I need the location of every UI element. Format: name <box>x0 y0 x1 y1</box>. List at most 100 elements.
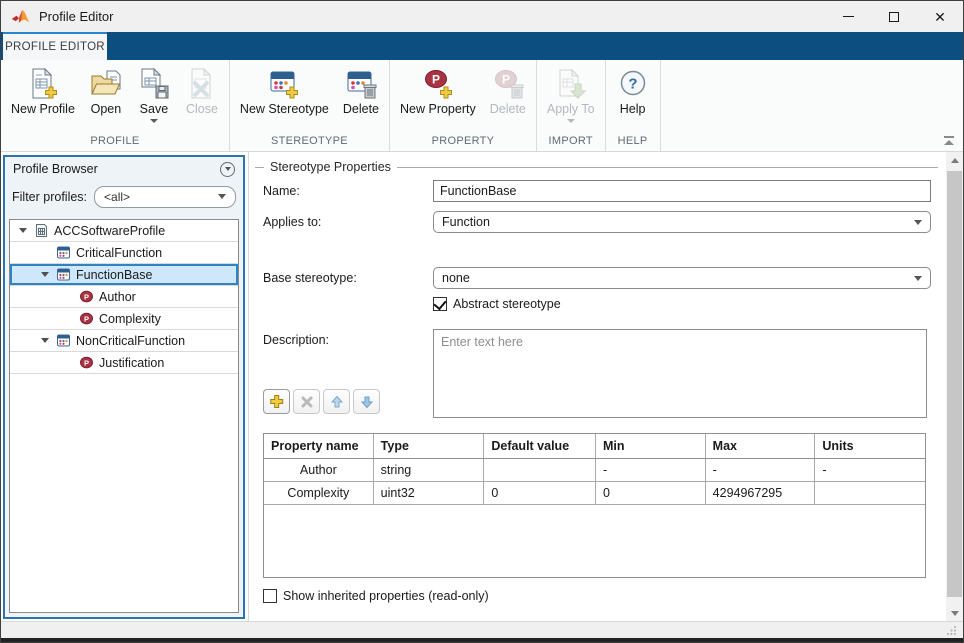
new-property-label: New Property <box>400 102 476 116</box>
table-row[interactable]: Author string - - - <box>264 459 925 482</box>
help-button[interactable]: ? Help <box>609 65 657 118</box>
chevron-down-icon <box>914 276 922 281</box>
window-title: Profile Editor <box>39 9 113 24</box>
maximize-button[interactable] <box>871 1 917 32</box>
col-units[interactable]: Units <box>815 434 925 458</box>
help-label: Help <box>620 102 646 116</box>
minimize-icon <box>843 16 854 17</box>
cell-units[interactable]: - <box>815 459 925 481</box>
scroll-up-button[interactable] <box>946 152 963 168</box>
description-textarea[interactable]: Enter text here <box>433 329 927 418</box>
chevron-down-icon <box>914 220 922 225</box>
toolbar-section-import: Apply To IMPORT <box>537 60 606 151</box>
expand-caret-icon[interactable] <box>19 228 27 233</box>
stereotype-properties-panel: Stereotype Properties Name: Applies to: … <box>253 152 946 621</box>
filter-profiles-label: Filter profiles: <box>12 190 87 204</box>
add-property-button[interactable] <box>263 389 290 414</box>
new-profile-button[interactable]: New Profile <box>4 65 82 118</box>
name-label: Name: <box>263 184 300 198</box>
apply-to-icon <box>554 67 588 101</box>
cell-type[interactable]: string <box>374 459 485 481</box>
show-inherited-row: Show inherited properties (read-only) <box>263 589 489 603</box>
tree-item-noncriticalfunction[interactable]: NonCriticalFunction <box>10 330 238 352</box>
cell-type[interactable]: uint32 <box>374 482 485 504</box>
resize-grip[interactable] <box>947 625 957 635</box>
new-profile-icon <box>26 67 60 101</box>
tree-item-criticalfunction[interactable]: CriticalFunction <box>10 242 238 264</box>
base-stereotype-value: none <box>442 271 470 285</box>
save-dropdown-icon[interactable] <box>150 119 158 123</box>
svg-text:?: ? <box>628 76 637 93</box>
base-stereotype-label: Base stereotype: <box>263 271 357 285</box>
cell-min[interactable]: - <box>596 459 706 481</box>
col-default-value[interactable]: Default value <box>484 434 596 458</box>
scrollbar-thumb[interactable] <box>947 171 962 597</box>
name-input[interactable] <box>433 180 931 202</box>
collapse-ribbon-button[interactable] <box>942 136 956 145</box>
tree-item-complexity[interactable]: P Complexity <box>10 308 238 330</box>
svg-text:P: P <box>502 73 510 87</box>
tree-item-label: CriticalFunction <box>76 246 162 260</box>
panel-menu-icon[interactable] <box>220 162 235 177</box>
cell-units[interactable] <box>815 482 925 504</box>
table-row[interactable]: Complexity uint32 0 0 4294967295 <box>264 482 925 505</box>
tree-item-author[interactable]: P Author <box>10 286 238 308</box>
tree-item-functionbase[interactable]: FunctionBase <box>10 264 238 286</box>
stereotype-icon <box>56 333 71 348</box>
tab-profile-editor[interactable]: PROFILE EDITOR <box>3 32 107 60</box>
new-stereotype-button[interactable]: New Stereotype <box>233 65 336 118</box>
abstract-stereotype-checkbox[interactable] <box>433 297 447 311</box>
profile-browser-title: Profile Browser <box>13 162 98 176</box>
tree-item-label: Author <box>99 290 136 304</box>
cell-max[interactable]: 4294967295 <box>706 482 816 504</box>
down-arrow-icon <box>360 395 374 409</box>
ribbon-tab-strip: PROFILE EDITOR <box>1 32 963 60</box>
matlab-logo-icon <box>11 8 30 25</box>
cell-max[interactable]: - <box>706 459 816 481</box>
delete-stereotype-button[interactable]: Delete <box>336 65 386 118</box>
panel-divider <box>248 152 249 621</box>
save-icon <box>137 67 171 101</box>
help-icon: ? <box>616 67 650 101</box>
cell-property-name[interactable]: Complexity <box>264 482 374 504</box>
section-label-stereotype: STEREOTYPE <box>233 130 386 151</box>
cell-min[interactable]: 0 <box>596 482 706 504</box>
new-profile-label: New Profile <box>11 102 75 116</box>
expand-caret-icon[interactable] <box>41 338 49 343</box>
save-button[interactable]: Save <box>130 65 178 125</box>
col-property-name[interactable]: Property name <box>264 434 374 458</box>
cell-default-value[interactable]: 0 <box>484 482 596 504</box>
profile-icon <box>34 223 49 238</box>
col-max[interactable]: Max <box>706 434 816 458</box>
description-label: Description: <box>263 333 329 347</box>
expand-caret-icon[interactable] <box>41 272 49 277</box>
filter-profiles-dropdown[interactable]: <all> <box>94 186 236 208</box>
vertical-scrollbar[interactable] <box>946 152 963 621</box>
col-type[interactable]: Type <box>374 434 485 458</box>
col-min[interactable]: Min <box>596 434 706 458</box>
cell-default-value[interactable] <box>484 459 596 481</box>
cell-property-name[interactable]: Author <box>264 459 374 481</box>
delete-property-button: P Delete <box>483 65 533 118</box>
filter-profiles-value: <all> <box>104 190 130 204</box>
applies-to-dropdown[interactable]: Function <box>433 211 931 233</box>
move-down-button[interactable] <box>353 389 380 414</box>
tree-item-justification[interactable]: P Justification <box>10 352 238 374</box>
scroll-down-button[interactable] <box>946 605 963 621</box>
tree-item-accsoftwareprofile[interactable]: ACCSoftwareProfile <box>10 220 238 242</box>
delete-stereotype-label: Delete <box>343 102 379 116</box>
scroll-up-icon <box>951 158 959 163</box>
minimize-button[interactable] <box>825 1 871 32</box>
apply-to-button: Apply To <box>540 65 602 125</box>
close-button[interactable]: ✕ <box>917 1 963 32</box>
move-up-button[interactable] <box>323 389 350 414</box>
new-property-button[interactable]: P New Property <box>393 65 483 118</box>
base-stereotype-dropdown[interactable]: none <box>433 267 931 289</box>
collapse-ribbon-icon <box>944 140 954 145</box>
profile-editor-window: Profile Editor ✕ PROFILE EDITOR <box>0 0 964 643</box>
scroll-down-icon <box>951 611 959 616</box>
save-label: Save <box>140 102 169 116</box>
open-button[interactable]: Open <box>82 65 130 118</box>
open-label: Open <box>91 102 122 116</box>
show-inherited-checkbox[interactable] <box>263 589 277 603</box>
